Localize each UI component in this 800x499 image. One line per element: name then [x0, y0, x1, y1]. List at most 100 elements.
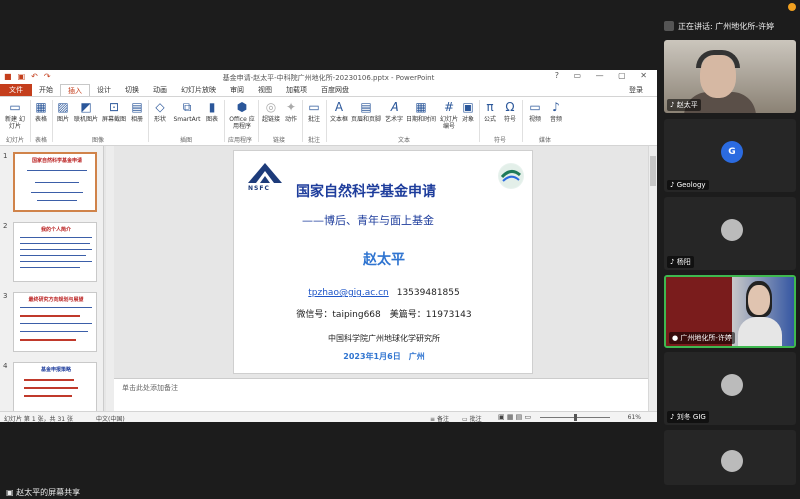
slide-number-button[interactable]: # 幻灯片 编号	[438, 100, 460, 130]
workspace: 1 国家自然科学基金申请 2 我的个人简介 3 最终研究方向规划与展望 4 基金…	[0, 146, 657, 411]
login-link[interactable]: 登录	[629, 84, 643, 96]
window-controls[interactable]: ? ▭ — ▢ ✕	[555, 71, 653, 80]
group-media: 媒体	[539, 137, 552, 144]
header-footer-button[interactable]: ▤ 页眉和页脚	[351, 100, 381, 123]
ribbon-divider	[302, 100, 303, 142]
speaker-icon: ♪	[552, 100, 560, 114]
online-picture-icon: ◩	[80, 100, 92, 114]
tab-transitions[interactable]: 切换	[118, 84, 146, 96]
view-buttons[interactable]: ▣ ▦ ▤ ▭	[498, 413, 531, 421]
avatar	[721, 374, 743, 396]
shapes-icon: ◇	[155, 100, 165, 114]
equation-button[interactable]: π 公式	[482, 100, 498, 123]
smartart-button[interactable]: ⧉ SmartArt	[172, 100, 202, 123]
tab-insert[interactable]: 插入	[60, 84, 90, 96]
album-button[interactable]: ▤ 相册	[129, 100, 145, 123]
group-tables: 表格	[35, 137, 48, 144]
participant-name: ● 广州地化所-许婷	[669, 332, 735, 344]
tab-animations[interactable]: 动画	[146, 84, 174, 96]
tab-addins[interactable]: 加载项	[279, 84, 314, 96]
textbox-button[interactable]: A 文本框	[329, 100, 349, 123]
language-indicator[interactable]: 中文(中国)	[96, 414, 125, 422]
symbol-button[interactable]: Ω 符号	[502, 100, 518, 123]
notes-pane[interactable]: 单击此处添加备注	[114, 378, 648, 411]
wordart-button[interactable]: 𝐴 艺术字	[383, 100, 405, 123]
group-illustrations: 插图	[180, 137, 193, 144]
comments-toggle[interactable]: ▭ 批注	[462, 414, 482, 422]
pi-icon: π	[486, 100, 494, 114]
slide-counter: 幻灯片 第 1 张，共 31 张	[4, 416, 73, 422]
phone-number: 13539481855	[396, 288, 460, 298]
participant-name: ♪ 刘冬 GIG	[667, 411, 709, 423]
table-button[interactable]: ▦ 表格	[33, 100, 49, 123]
audio-button[interactable]: ♪ 音频	[548, 100, 564, 123]
participant-tile[interactable]	[664, 430, 796, 485]
avatar	[721, 219, 743, 241]
zoom-level[interactable]: 61%	[628, 414, 641, 421]
notes-toggle[interactable]: ≡ 备注	[430, 414, 449, 422]
nsfc-logo-text: NSFC	[248, 185, 270, 192]
tab-baidu[interactable]: 百度网盘	[314, 84, 356, 96]
tab-review[interactable]: 审阅	[223, 84, 251, 96]
datetime-button[interactable]: ▦ 日期和时间	[406, 100, 436, 123]
share-status-bar: ▣ 赵太平的屏幕共享	[0, 485, 660, 499]
email-link[interactable]: tpzhao@gig.ac.cn	[308, 288, 388, 298]
tab-design[interactable]: 设计	[90, 84, 118, 96]
tab-home[interactable]: 开始	[32, 84, 60, 96]
tab-slideshow[interactable]: 幻灯片放映	[174, 84, 223, 96]
shapes-button[interactable]: ◇ 形状	[152, 100, 168, 123]
zoom-slider-knob[interactable]	[574, 414, 577, 421]
thumb-title: 基金申报策略	[40, 367, 71, 373]
participant-tile[interactable]: G ♪ Geology	[664, 119, 796, 192]
picture-icon: ▨	[57, 100, 69, 114]
tab-file[interactable]: 文件	[0, 84, 32, 96]
video-button[interactable]: ▭ 视频	[527, 100, 543, 123]
screenshot-button[interactable]: ⊡ 屏幕截图	[101, 100, 127, 123]
thumb-line	[20, 339, 76, 341]
shared-screen: ■ ▣ ↶ ↷ 基金申请-赵太平-中科院广州地化所-20230106.pptx …	[0, 70, 657, 422]
participant-tile-active[interactable]: ● 广州地化所-许婷	[664, 275, 796, 348]
tab-view[interactable]: 视图	[251, 84, 279, 96]
ppt-title-bar: ■ ▣ ↶ ↷ 基金申请-赵太平-中科院广州地化所-20230106.pptx …	[0, 70, 657, 84]
speaker-grid-icon	[664, 21, 674, 31]
slide-thumbnail-1[interactable]: 国家自然科学基金申请	[13, 152, 97, 212]
participant-tile[interactable]: ♪ 杨阳	[664, 197, 796, 270]
thumb-line	[24, 387, 78, 389]
date-location: 2023年1月6日 广州	[343, 352, 425, 361]
slide-number-icon: #	[443, 100, 455, 114]
ribbon-insert: ▭ 新建 幻灯片 幻灯片 ▦ 表格 表格 ▨ 图片 ◩ 联机图片 ⊡ 屏幕截图 ▤ 相册 图…	[0, 96, 657, 146]
scroll-thumb[interactable]	[650, 156, 656, 186]
online-picture-button[interactable]: ◩ 联机图片	[73, 100, 99, 123]
ribbon-divider	[52, 100, 53, 142]
participant-tile[interactable]: ♪ 赵太平	[664, 40, 796, 113]
office-apps-button[interactable]: ⬢ Office 应用程序	[228, 100, 256, 130]
slide-scrollbar[interactable]	[648, 146, 657, 411]
comment-button[interactable]: ▭ 批注	[306, 100, 322, 123]
slide-thumbnail-4[interactable]: 基金申报策略	[13, 362, 97, 411]
comment-icon: ▭	[308, 100, 320, 114]
headphones-icon	[696, 50, 740, 68]
video-icon: ▭	[529, 100, 541, 114]
slide-thumbnail-2[interactable]: 我的个人简介	[13, 222, 97, 282]
thumb-line	[20, 237, 92, 238]
group-apps: 应用程序	[228, 137, 253, 144]
action-icon: ✦	[285, 100, 297, 114]
thumb-line	[20, 261, 92, 262]
new-slide-icon: ▭	[9, 100, 21, 114]
thumb-number: 1	[3, 152, 8, 160]
slide-thumbnails-pane: 1 国家自然科学基金申请 2 我的个人简介 3 最终研究方向规划与展望 4 基金…	[0, 146, 104, 411]
action-button[interactable]: ✦ 动作	[283, 100, 299, 123]
participant-tile[interactable]: ♪ 刘冬 GIG	[664, 352, 796, 425]
ribbon-divider	[522, 100, 523, 142]
new-slide-button[interactable]: ▭ 新建 幻灯片	[4, 100, 26, 130]
chart-button[interactable]: ▮ 图表	[204, 100, 220, 123]
thumbnail-scrollbar[interactable]	[106, 146, 114, 411]
hyperlink-button[interactable]: ◎ 超链接	[261, 100, 281, 123]
group-text: 文本	[398, 137, 411, 144]
object-button[interactable]: ▣ 对象	[460, 100, 476, 123]
slide-canvas[interactable]: NSFC 国家自然科学基金申请 ——博后、青年与面上基金 赵太平 tpzhao@…	[233, 150, 533, 374]
picture-button[interactable]: ▨ 图片	[55, 100, 71, 123]
ribbon-divider	[258, 100, 259, 142]
omega-icon: Ω	[505, 100, 515, 114]
slide-thumbnail-3[interactable]: 最终研究方向规划与展望	[13, 292, 97, 352]
